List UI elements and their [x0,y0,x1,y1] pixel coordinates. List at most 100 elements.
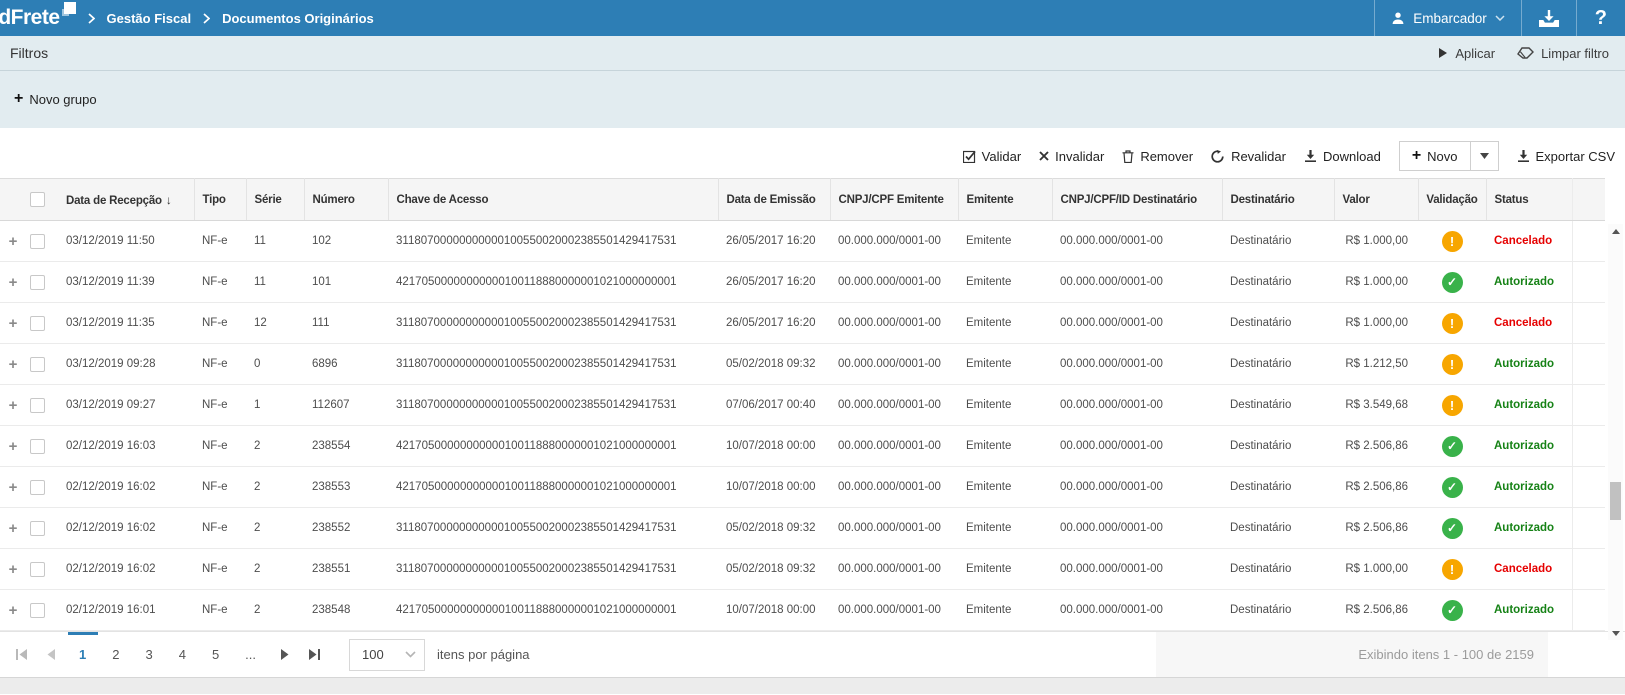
cell-valor: R$ 3.549,68 [1334,385,1418,426]
header-data-emissao[interactable]: Data de Emissão [718,179,830,221]
invalidate-label: Invalidar [1055,149,1104,164]
cell-recepcao: 03/12/2019 11:35 [58,303,194,344]
header-emitente[interactable]: Emitente [958,179,1052,221]
expand-row-icon[interactable]: + [9,315,18,332]
expand-row-icon[interactable]: + [9,479,18,496]
invalidate-button[interactable]: Invalidar [1039,149,1104,164]
user-menu[interactable]: Embarcador [1374,0,1521,36]
row-checkbox[interactable] [30,398,45,413]
cell-emitente: Emitente [958,344,1052,385]
clear-filter-button[interactable]: Limpar filtro [1517,46,1609,61]
validation-cell: ✓ [1418,426,1486,467]
download-button[interactable]: Download [1304,149,1381,164]
expand-row-icon[interactable]: + [9,274,18,291]
scroll-down-button[interactable] [1608,626,1623,640]
cell-cnpj_emitente: 00.000.000/0001-00 [830,467,958,508]
chevron-right-icon [203,13,210,24]
new-group-button[interactable]: + Novo grupo [14,91,97,107]
cell-destinatario: Destinatário [1222,590,1334,631]
table-row: +02/12/2019 16:02NF-e2238553421705000000… [0,467,1605,508]
new-button[interactable]: + Novo [1400,142,1470,170]
topbar-right: Embarcador ? [1374,0,1625,36]
expand-row-icon[interactable]: + [9,438,18,455]
export-csv-button[interactable]: Exportar CSV [1517,149,1615,164]
horizontal-scrollbar-track[interactable] [0,677,1625,694]
expand-row-icon[interactable]: + [9,602,18,619]
downloads-button[interactable] [1521,0,1576,36]
row-checkbox[interactable] [30,480,45,495]
table-row: +03/12/2019 09:28NF-e0689631180700000000… [0,344,1605,385]
vertical-scrollbar[interactable] [1608,224,1623,640]
checkbox-cell [26,467,58,508]
header-valor[interactable]: Valor [1334,179,1418,221]
page-size-select[interactable]: 100 [349,639,425,671]
pager-summary: Exibindo itens 1 - 100 de 2159 [1156,632,1548,677]
pager-more-button[interactable]: ... [232,632,269,677]
page-size-label: itens por página [437,647,530,662]
pager-page-2[interactable]: 2 [99,632,132,677]
expand-row-icon[interactable]: + [9,233,18,250]
expand-row-icon[interactable]: + [9,561,18,578]
header-destinatario[interactable]: Destinatário [1222,179,1334,221]
new-dropdown-button[interactable] [1470,142,1498,170]
download-label: Download [1323,149,1381,164]
pager-first-button[interactable] [6,632,36,677]
filler-cell [1572,262,1605,303]
filters-header: Filtros Aplicar Limpar filtro [0,36,1625,71]
app-logo[interactable]: ldFrete [0,6,78,30]
expand-row-icon[interactable]: + [9,397,18,414]
header-data-recepcao[interactable]: Data de Recepção↓ [58,179,194,221]
header-status[interactable]: Status [1486,179,1572,221]
checkbox-cell [26,344,58,385]
cell-tipo: NF-e [194,426,246,467]
help-button[interactable]: ? [1576,0,1625,36]
expand-cell: + [0,303,26,344]
apply-filter-button[interactable]: Aplicar [1438,46,1495,61]
pager-page-4[interactable]: 4 [166,632,199,677]
breadcrumb-documentos-originarios[interactable]: Documentos Originários [222,11,374,26]
row-checkbox[interactable] [30,316,45,331]
expand-row-icon[interactable]: + [9,520,18,537]
breadcrumb-gestao-fiscal[interactable]: Gestão Fiscal [107,11,192,26]
row-checkbox[interactable] [30,439,45,454]
checkbox-cell [26,508,58,549]
cell-tipo: NF-e [194,508,246,549]
header-serie[interactable]: Série [246,179,304,221]
pager-page-3[interactable]: 3 [132,632,165,677]
revalidate-button[interactable]: Revalidar [1211,149,1286,164]
table-row: +03/12/2019 09:27NF-e1112607311807000000… [0,385,1605,426]
remove-button[interactable]: Remover [1122,149,1193,164]
scrollbar-thumb[interactable] [1610,482,1621,520]
header-validacao[interactable]: Validação [1418,179,1486,221]
pager-page-1[interactable]: 1 [66,632,99,677]
select-all-checkbox[interactable] [30,192,45,207]
cell-numero: 238548 [304,590,388,631]
header-cnpj-emitente[interactable]: CNPJ/CPF Emitente [830,179,958,221]
cell-chave: 3118070000000000010055002000238550142941… [388,385,718,426]
header-chave-acesso[interactable]: Chave de Acesso [388,179,718,221]
header-cnpj-destinatario[interactable]: CNPJ/CPF/ID Destinatário [1052,179,1222,221]
row-checkbox[interactable] [30,357,45,372]
pager-next-button[interactable] [269,632,299,677]
cell-chave: 3118070000000000010055002000238550142941… [388,344,718,385]
header-numero[interactable]: Número [304,179,388,221]
row-checkbox[interactable] [30,234,45,249]
expand-row-icon[interactable]: + [9,356,18,373]
pager-pages: 12345... [66,632,269,677]
pager-prev-button[interactable] [36,632,66,677]
row-checkbox[interactable] [30,275,45,290]
row-checkbox[interactable] [30,603,45,618]
validate-button[interactable]: Validar [963,149,1022,164]
scroll-up-button[interactable] [1608,224,1623,238]
row-checkbox[interactable] [30,521,45,536]
cell-cnpj_emitente: 00.000.000/0001-00 [830,549,958,590]
table-row: +03/12/2019 11:39NF-e1110142170500000000… [0,262,1605,303]
pager-page-5[interactable]: 5 [199,632,232,677]
status-text: Autorizado [1486,508,1572,549]
pager-last-button[interactable] [299,632,329,677]
cell-chave: 4217050000000000010011888000000102100000… [388,262,718,303]
row-checkbox[interactable] [30,562,45,577]
filler-cell [1572,385,1605,426]
cell-recepcao: 02/12/2019 16:02 [58,549,194,590]
header-tipo[interactable]: Tipo [194,179,246,221]
